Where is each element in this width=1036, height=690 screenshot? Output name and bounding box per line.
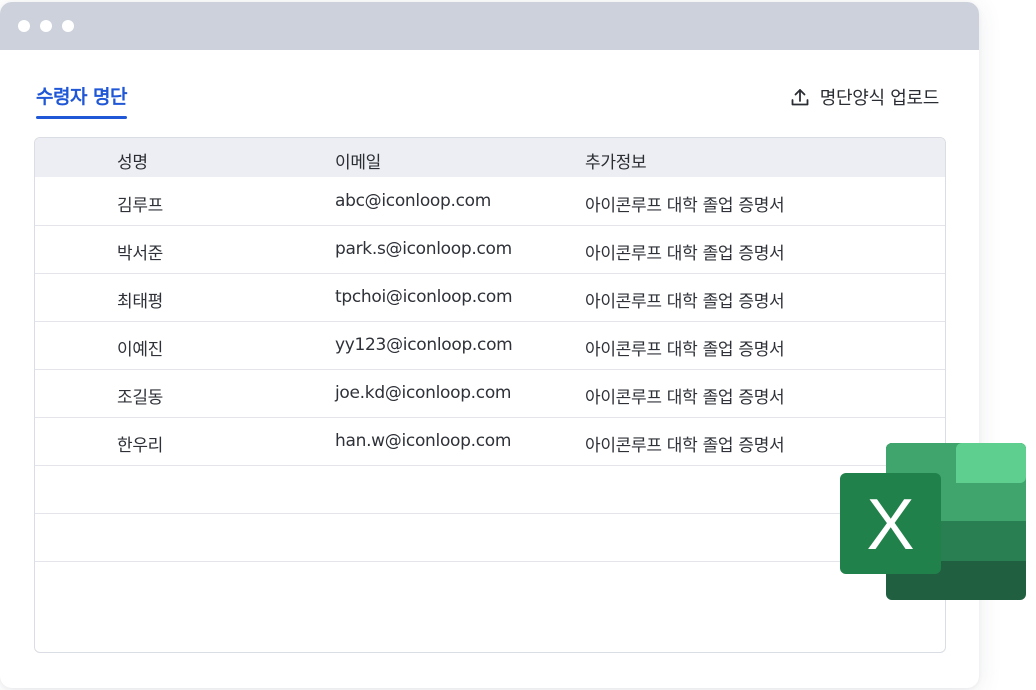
cell-extra-info: 아이콘루프 대학 졸업 증명서	[585, 436, 785, 456]
cell-name: 최태평	[117, 292, 164, 312]
cell-name: 한우리	[117, 436, 164, 456]
cell-email: park.s@iconloop.com	[335, 239, 512, 259]
table-row[interactable]: 박서준 park.s@iconloop.com 아이콘루프 대학 졸업 증명서	[35, 226, 945, 274]
recipient-table: 성명 이메일 추가정보 김루프 abc@iconloop.com 아이콘루프 대…	[34, 137, 946, 653]
cell-extra-info: 아이콘루프 대학 졸업 증명서	[585, 388, 785, 408]
cell-email: joe.kd@iconloop.com	[335, 383, 512, 403]
table-row-empty[interactable]	[35, 514, 945, 562]
window-control-dot[interactable]	[62, 20, 74, 32]
cell-extra-info: 아이콘루프 대학 졸업 증명서	[585, 196, 785, 216]
excel-sheet-cell-light-fill	[956, 463, 976, 483]
window-control-dot[interactable]	[18, 20, 30, 32]
cell-extra-info: 아이콘루프 대학 졸업 증명서	[585, 292, 785, 312]
cell-name: 이예진	[117, 340, 164, 360]
window-control-dot[interactable]	[40, 20, 52, 32]
active-tab-indicator	[36, 116, 127, 119]
upload-icon	[791, 89, 809, 106]
cell-name: 조길동	[117, 388, 164, 408]
cell-extra-info: 아이콘루프 대학 졸업 증명서	[585, 340, 785, 360]
cell-extra-info: 아이콘루프 대학 졸업 증명서	[585, 244, 785, 264]
cell-email: han.w@iconloop.com	[335, 431, 512, 451]
cell-email: tpchoi@iconloop.com	[335, 287, 513, 307]
cell-name: 김루프	[117, 196, 164, 216]
table-row[interactable]: 한우리 han.w@iconloop.com 아이콘루프 대학 졸업 증명서	[35, 418, 945, 466]
excel-icon: X	[840, 443, 1026, 600]
column-header-extra-info[interactable]: 추가정보	[585, 148, 647, 173]
table-row[interactable]: 김루프 abc@iconloop.com 아이콘루프 대학 졸업 증명서	[35, 178, 945, 226]
table-row[interactable]: 최태평 tpchoi@iconloop.com 아이콘루프 대학 졸업 증명서	[35, 274, 945, 322]
tab-recipient-list[interactable]: 수령자 명단	[36, 82, 128, 116]
window-titlebar	[0, 2, 979, 50]
table-row[interactable]: 이예진 yy123@iconloop.com 아이콘루프 대학 졸업 증명서	[35, 322, 945, 370]
upload-template-button[interactable]: 명단양식 업로드	[790, 82, 939, 112]
cell-email: yy123@iconloop.com	[335, 335, 513, 355]
column-header-name[interactable]: 성명	[117, 148, 148, 173]
column-header-email[interactable]: 이메일	[335, 148, 381, 173]
excel-sheet-cell-dark	[956, 521, 1026, 561]
excel-badge-letter: X	[866, 485, 914, 565]
cell-name: 박서준	[117, 244, 164, 264]
table-header: 성명 이메일 추가정보	[35, 138, 945, 177]
table-row-empty[interactable]	[35, 466, 945, 514]
app-window: 수령자 명단 명단양식 업로드 성명 이메일 추가정보 김루프 abc@icon…	[0, 2, 979, 688]
upload-template-label: 명단양식 업로드	[819, 88, 940, 109]
table-row[interactable]: 조길동 joe.kd@iconloop.com 아이콘루프 대학 졸업 증명서	[35, 370, 945, 418]
excel-sheet-cell-mid	[956, 483, 1026, 521]
cell-email: abc@iconloop.com	[335, 191, 492, 211]
